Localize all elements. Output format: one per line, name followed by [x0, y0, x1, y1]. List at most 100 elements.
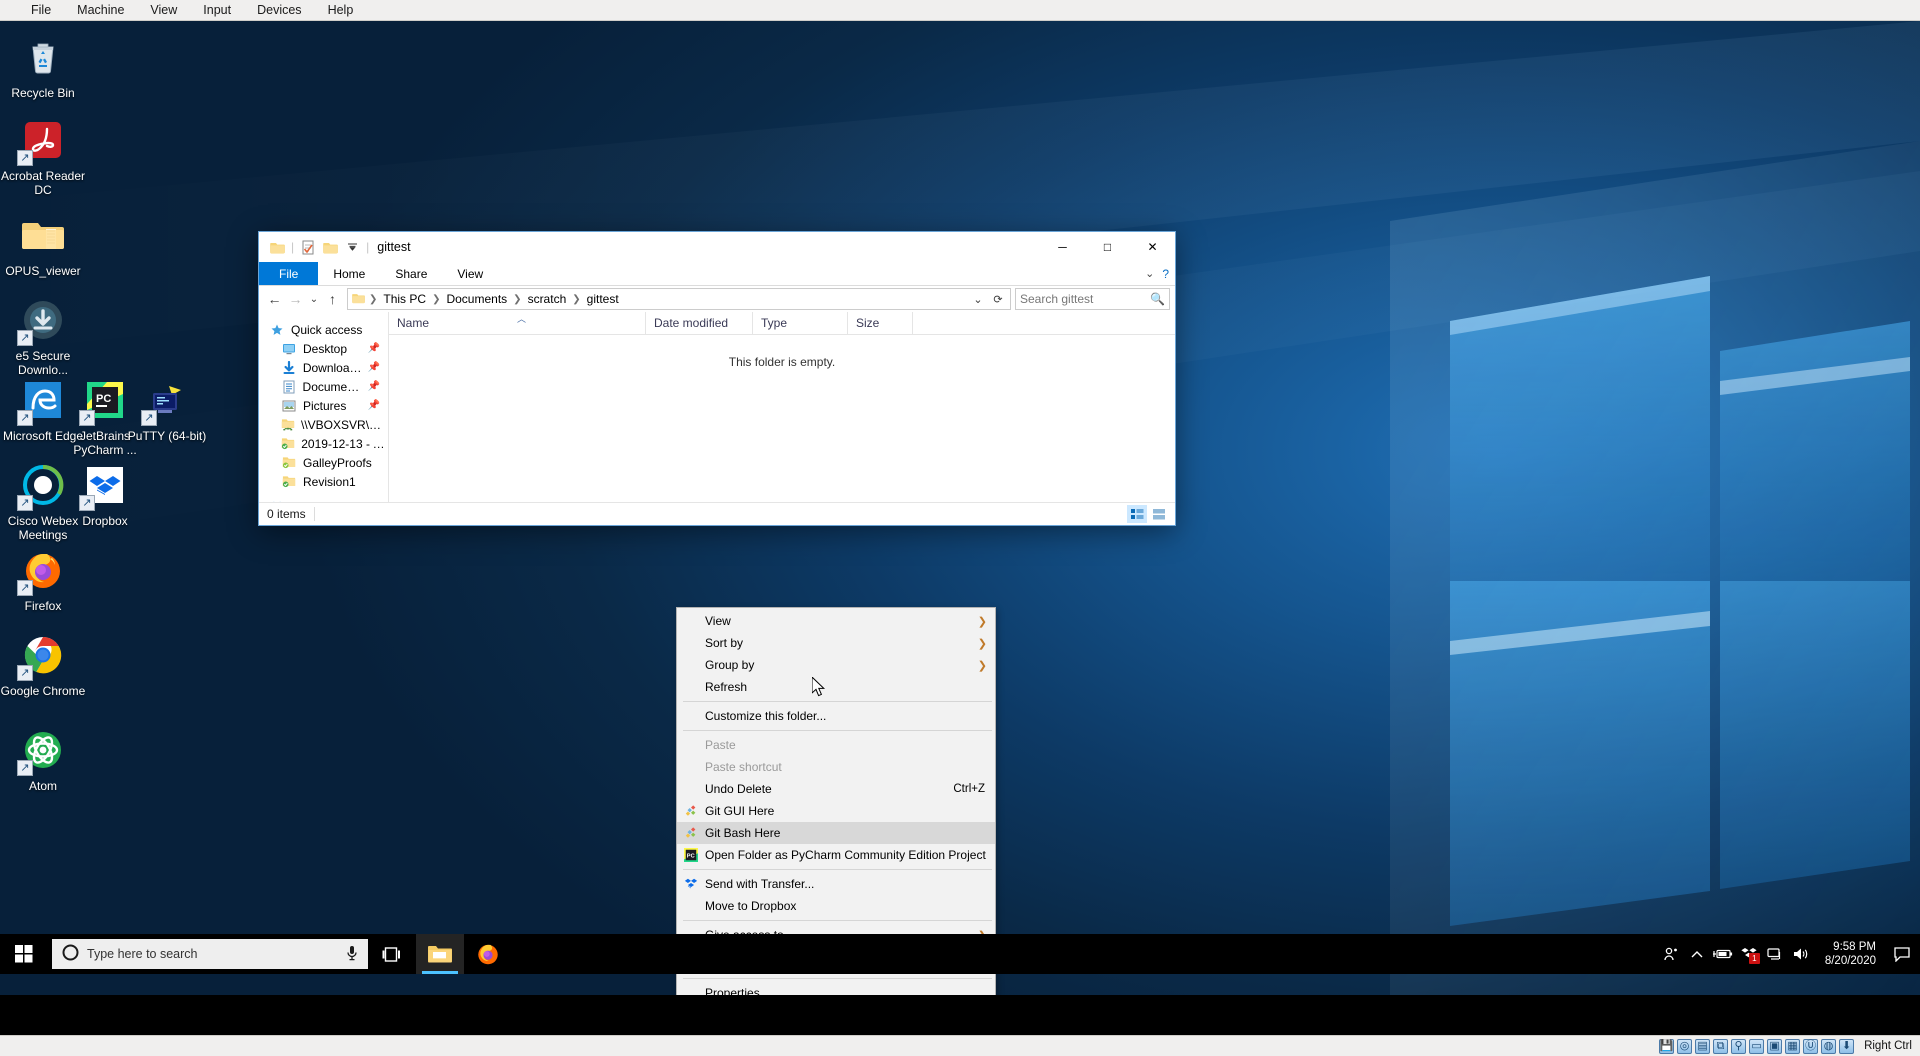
menu-item-git-gui-here[interactable]: Git GUI Here	[677, 800, 995, 822]
tab-view[interactable]: View	[442, 262, 498, 285]
help-icon[interactable]: ?	[1162, 267, 1169, 281]
windows-desktop[interactable]: Recycle Bin ↗ Acrobat Reader DC OPUS_vie…	[0, 21, 1920, 995]
optical-disk-icon[interactable]: ◎	[1677, 1038, 1693, 1054]
dropbox-tray-icon[interactable]: 1	[1737, 934, 1761, 974]
menu-item-group-by[interactable]: Group by ❯	[677, 654, 995, 676]
menu-item-customize-this-folder[interactable]: Customize this folder...	[677, 705, 995, 727]
sidebar-item-downloads[interactable]: Downloads 📌	[259, 358, 388, 377]
sidebar-item-2019-12-13-agu[interactable]: 2019-12-13 - AGU	[259, 434, 388, 453]
file-explorer-window[interactable]: | | gittest ─ □ ✕ File Home Share View ⌄…	[258, 231, 1176, 526]
desktop-icon-putty[interactable]: ↗ PuTTY (64-bit)	[124, 376, 210, 443]
close-button[interactable]: ✕	[1130, 232, 1175, 262]
breadcrumb-scratch[interactable]: scratch	[524, 292, 571, 306]
floppy-icon[interactable]: ▤	[1695, 1038, 1711, 1054]
breadcrumb-this-pc[interactable]: This PC	[379, 292, 430, 306]
menu-item-sort-by[interactable]: Sort by ❯	[677, 632, 995, 654]
back-button[interactable]: ←	[264, 288, 285, 310]
breadcrumb-gittest[interactable]: gittest	[583, 292, 623, 306]
network-icon[interactable]: ⧉	[1713, 1038, 1729, 1054]
mouse-icon[interactable]: ◍	[1821, 1038, 1837, 1054]
pin-icon[interactable]: 📌	[368, 381, 380, 392]
desktop-icon-acrobat-reader-dc[interactable]: ↗ Acrobat Reader DC	[0, 116, 86, 197]
vbox-menu-devices[interactable]: Devices	[244, 0, 314, 20]
sidebar-item-quick-access[interactable]: Quick access	[259, 320, 388, 339]
windows-taskbar[interactable]: Type here to search 1 9:58 PM 8/20/2020	[0, 934, 1920, 974]
features-icon[interactable]: Ⓤ	[1803, 1038, 1819, 1054]
ribbon-tabs[interactable]: File Home Share View ⌄ ?	[259, 262, 1175, 286]
desktop-icon-e5-secure-download[interactable]: ↗ e5 Secure Downlo...	[0, 296, 86, 377]
task-view-button[interactable]	[368, 934, 416, 974]
large-icons-view-icon[interactable]	[1149, 505, 1169, 523]
system-tray[interactable]: 1 9:58 PM 8/20/2020	[1659, 934, 1920, 974]
column-headers[interactable]: ︿ Name Date modified Type Size	[389, 311, 1175, 335]
desktop-icon-google-chrome[interactable]: ↗ Google Chrome	[0, 631, 86, 698]
firefox-taskbar-button[interactable]	[464, 934, 512, 974]
window-controls[interactable]: ─ □ ✕	[1040, 232, 1175, 262]
tab-file[interactable]: File	[259, 262, 319, 285]
search-icon[interactable]: 🔍	[1150, 292, 1165, 306]
details-view-icon[interactable]	[1127, 505, 1147, 523]
sidebar-item-dropbox[interactable]: Dropbox	[259, 497, 388, 502]
navigation-pane[interactable]: Quick access Desktop 📌 Downloads 📌 Docum…	[259, 312, 389, 502]
refresh-icon[interactable]: ⟳	[988, 293, 1008, 306]
pin-icon[interactable]: 📌	[368, 343, 380, 354]
sidebar-item-vboxsvr-win10[interactable]: \\VBOXSVR\Win10	[259, 415, 388, 434]
column-header-type[interactable]: Type	[753, 311, 848, 335]
explorer-titlebar[interactable]: | | gittest ─ □ ✕	[259, 232, 1175, 262]
desktop-icon-opus-viewer[interactable]: OPUS_viewer	[0, 211, 86, 278]
address-dropdown-icon[interactable]: ⌄	[968, 293, 988, 306]
vbox-menu-file[interactable]: File	[18, 0, 64, 20]
recording-icon[interactable]: ▦	[1785, 1038, 1801, 1054]
quick-access-toolbar[interactable]: | |	[259, 237, 371, 257]
minimize-button[interactable]: ─	[1040, 232, 1085, 262]
sidebar-item-revision1[interactable]: Revision1	[259, 472, 388, 491]
people-icon[interactable]	[1659, 934, 1683, 974]
display-icon[interactable]: ▣	[1767, 1038, 1783, 1054]
sidebar-item-documents[interactable]: Documents 📌	[259, 377, 388, 396]
battery-icon[interactable]	[1711, 934, 1735, 974]
pin-icon[interactable]: 📌	[368, 362, 380, 373]
view-buttons[interactable]	[1127, 505, 1175, 523]
sidebar-item-desktop[interactable]: Desktop 📌	[259, 339, 388, 358]
pin-icon[interactable]: 📌	[368, 400, 380, 411]
action-center-button[interactable]	[1888, 934, 1916, 974]
breadcrumb[interactable]: ❯ This PC ❯ Documents ❯ scratch ❯ gittes…	[367, 292, 623, 306]
column-header-date-modified[interactable]: Date modified	[646, 311, 753, 335]
customize-qat-icon[interactable]	[342, 237, 362, 257]
vbox-menu-input[interactable]: Input	[190, 0, 244, 20]
search-box[interactable]: Search gittest 🔍	[1015, 288, 1170, 310]
vbox-menu-machine[interactable]: Machine	[64, 0, 137, 20]
tab-home[interactable]: Home	[318, 262, 380, 285]
usb-icon[interactable]: ⚲	[1731, 1038, 1747, 1054]
microphone-icon[interactable]	[346, 945, 358, 964]
vbox-menu-view[interactable]: View	[137, 0, 190, 20]
up-button[interactable]: ↑	[322, 288, 343, 310]
shared-folders-icon[interactable]: ▭	[1749, 1038, 1765, 1054]
desktop-icon-recycle-bin[interactable]: Recycle Bin	[0, 33, 86, 100]
file-list-area[interactable]: ︿ Name Date modified Type Size This fold…	[389, 311, 1175, 502]
clock[interactable]: 9:58 PM 8/20/2020	[1815, 934, 1886, 974]
menu-item-git-bash-here[interactable]: Git Bash Here	[677, 822, 995, 844]
menu-item-send-with-transfer[interactable]: Send with Transfer...	[677, 873, 995, 895]
search-input[interactable]: Type here to search	[52, 939, 368, 969]
desktop-icon-atom[interactable]: ↗ Atom	[0, 726, 86, 793]
desktop-icon-dropbox[interactable]: ↗ Dropbox	[62, 461, 148, 528]
menu-item-properties[interactable]: Properties	[677, 982, 995, 995]
menu-item-move-to-dropbox[interactable]: Move to Dropbox	[677, 895, 995, 917]
menu-item-undo-delete[interactable]: Undo Delete Ctrl+Z	[677, 778, 995, 800]
recent-locations-chevron-icon[interactable]: ⌄	[306, 288, 322, 310]
maximize-button[interactable]: □	[1085, 232, 1130, 262]
breadcrumb-documents[interactable]: Documents	[442, 292, 511, 306]
sidebar-item-galleyproofs[interactable]: GalleyProofs	[259, 453, 388, 472]
show-hidden-icons-chevron-icon[interactable]	[1685, 934, 1709, 974]
file-explorer-taskbar-button[interactable]	[416, 934, 464, 974]
menu-item-view[interactable]: View ❯	[677, 610, 995, 632]
network-icon[interactable]	[1763, 934, 1787, 974]
address-bar[interactable]: ❯ This PC ❯ Documents ❯ scratch ❯ gittes…	[347, 288, 1011, 310]
sidebar-item-pictures[interactable]: Pictures 📌	[259, 396, 388, 415]
hard-disk-icon[interactable]: 💾	[1659, 1038, 1675, 1054]
volume-icon[interactable]	[1789, 934, 1813, 974]
menu-item-open-folder-as-pycharm-project[interactable]: PC Open Folder as PyCharm Community Edit…	[677, 844, 995, 866]
desktop-icon-firefox[interactable]: ↗ Firefox	[0, 546, 86, 613]
vbox-menu-help[interactable]: Help	[315, 0, 367, 20]
